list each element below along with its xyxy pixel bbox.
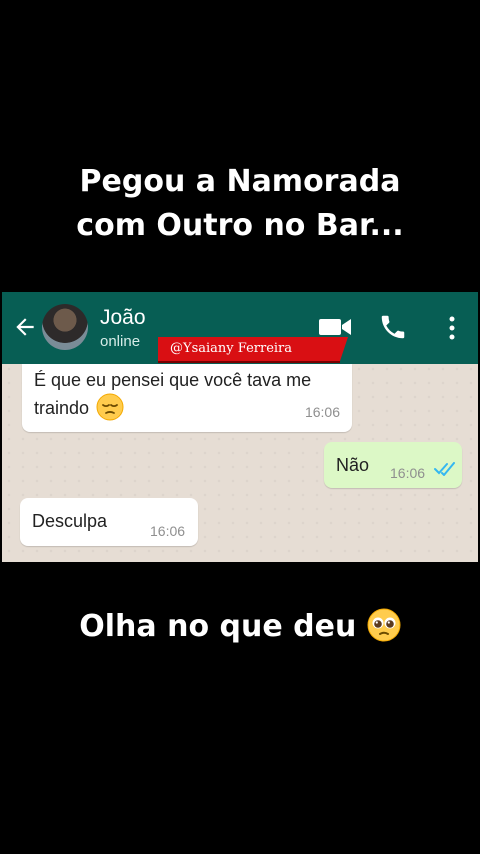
contact-avatar[interactable] xyxy=(42,304,88,350)
message-time: 16:06 xyxy=(150,523,186,539)
message-body: Não xyxy=(336,455,370,475)
incoming-message[interactable]: Desculpa 16:06 xyxy=(20,498,198,546)
message-body: Desculpa xyxy=(32,511,108,531)
bottom-caption: Olha no que deu xyxy=(0,606,480,648)
phone-call-icon[interactable] xyxy=(378,312,408,342)
more-options-icon[interactable] xyxy=(442,314,462,342)
top-caption: Pegou a Namorada com Outro no Bar... xyxy=(0,160,480,248)
pensive-face-emoji xyxy=(96,393,124,421)
back-arrow-icon[interactable] xyxy=(12,314,38,340)
message-text: É que eu pensei que você tava me traindo xyxy=(34,368,340,421)
pleading-face-emoji xyxy=(367,608,401,642)
top-caption-line-2: com Outro no Bar... xyxy=(76,208,404,243)
video-call-icon[interactable] xyxy=(318,316,352,338)
contact-status: online xyxy=(100,333,141,350)
contact-name[interactable]: João xyxy=(100,306,146,330)
message-body: É que eu pensei que você tava me traindo xyxy=(34,370,312,418)
incoming-message[interactable]: É que eu pensei que você tava me traindo… xyxy=(22,364,352,432)
read-receipt-icon xyxy=(434,462,455,476)
message-time: 16:06 xyxy=(304,404,340,420)
top-caption-line-1: Pegou a Namorada xyxy=(79,164,401,199)
outgoing-message[interactable]: Não 16:06 xyxy=(324,442,462,488)
message-time: 16:06 xyxy=(390,465,426,481)
chat-header: João online @Ysaiany Ferreira xyxy=(2,292,478,364)
bottom-caption-text: Olha no que deu xyxy=(79,609,357,644)
creator-watermark: @Ysaiany Ferreira xyxy=(158,337,348,363)
